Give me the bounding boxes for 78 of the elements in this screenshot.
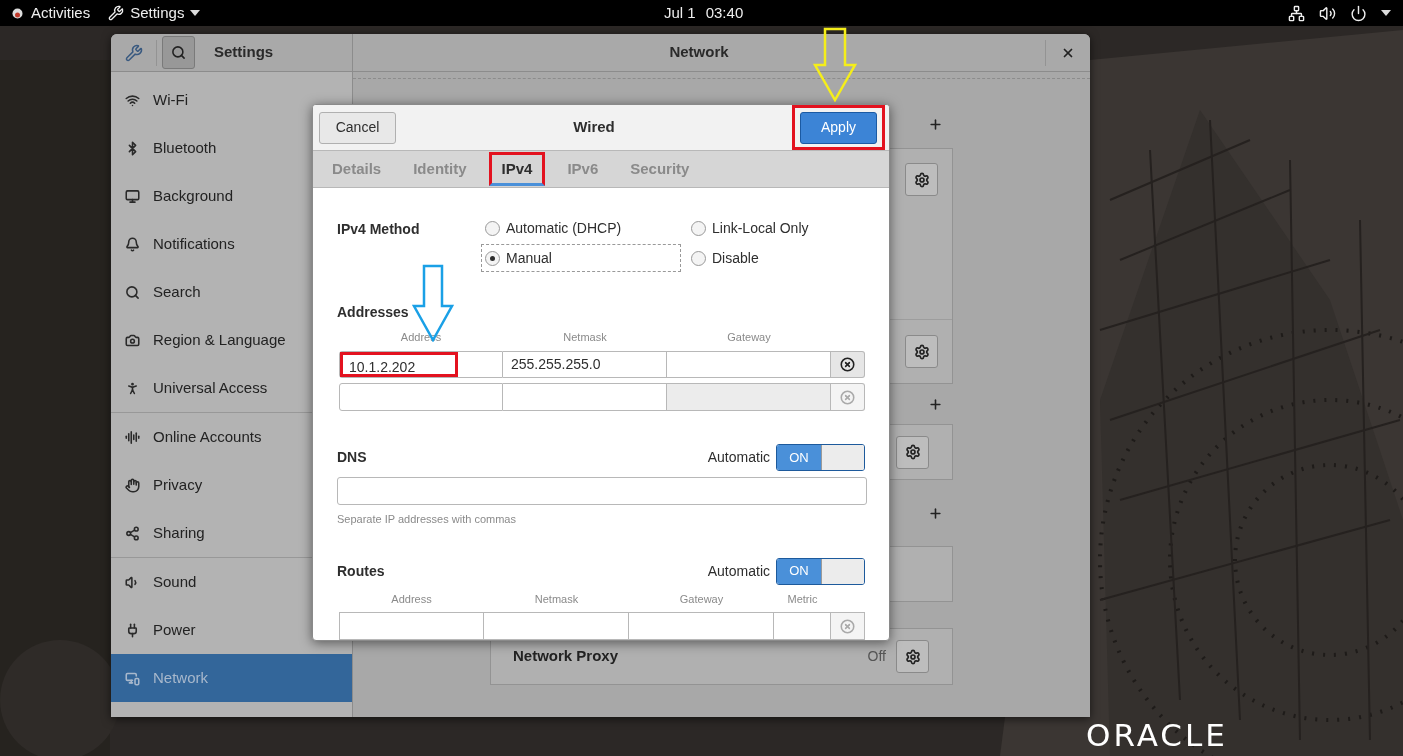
settings-button[interactable] xyxy=(896,435,929,469)
metric-field[interactable] xyxy=(774,612,831,640)
person-icon xyxy=(125,380,140,396)
logo-icon xyxy=(12,7,23,19)
network-icon xyxy=(125,670,140,686)
column-header: Gateway xyxy=(678,591,725,607)
dialog-title: Wired xyxy=(572,117,616,138)
netmask-field[interactable]: 255.255.255.0 xyxy=(503,350,667,379)
search-icon xyxy=(171,45,186,60)
settings-button[interactable] xyxy=(905,163,938,196)
clock[interactable]: Jul 1 03:40 xyxy=(664,0,744,26)
switch-label: ON xyxy=(777,558,821,584)
add-button[interactable] xyxy=(927,116,943,132)
clear-icon xyxy=(840,356,855,372)
gateway-field[interactable] xyxy=(667,350,831,379)
settings-icon xyxy=(904,648,921,665)
automatic-label: Automatic xyxy=(707,561,770,581)
clear-icon xyxy=(840,619,855,635)
add-button[interactable] xyxy=(927,396,943,412)
network-icon[interactable] xyxy=(1288,4,1305,22)
signal-icon xyxy=(125,429,140,445)
clear-icon xyxy=(840,389,855,405)
settings-icon xyxy=(904,444,921,460)
sidebar-title: Settings xyxy=(214,42,274,63)
plug-icon xyxy=(125,622,140,638)
window-title: Network xyxy=(668,42,730,63)
tools-icon xyxy=(125,43,143,62)
dns-field[interactable] xyxy=(337,477,867,506)
settings-button[interactable] xyxy=(896,640,929,673)
automatic-label: Automatic xyxy=(707,448,770,468)
proxy-status: Off xyxy=(867,647,886,666)
tab[interactable]: IPv4 xyxy=(488,152,546,186)
bell-icon xyxy=(125,236,140,252)
settings-button[interactable] xyxy=(905,335,938,368)
volume-icon[interactable] xyxy=(1319,4,1336,22)
tools-icon xyxy=(108,5,125,21)
column-header: Netmask xyxy=(533,591,580,607)
field-label: IPv4 Method xyxy=(337,220,421,239)
share-icon xyxy=(125,525,140,541)
address-field[interactable] xyxy=(339,383,503,412)
radio-option[interactable]: Link-Local Only xyxy=(687,214,887,242)
section-title: Addresses xyxy=(337,303,410,322)
radio-option[interactable]: Automatic (DHCP) xyxy=(481,214,681,242)
hint-text: Separate IP addresses with commas xyxy=(337,512,517,528)
column-header: Address xyxy=(390,591,433,607)
activities-button[interactable]: Activities xyxy=(0,0,105,26)
address-field[interactable]: 10.1.2.202 xyxy=(339,350,503,379)
route-address-field[interactable] xyxy=(339,612,484,640)
settings-icon xyxy=(913,171,930,188)
search-icon xyxy=(125,284,140,300)
cancel-button[interactable]: Cancel xyxy=(319,111,396,144)
app-menu[interactable]: Settings xyxy=(104,0,205,26)
add-button[interactable] xyxy=(927,505,943,521)
route-gateway-field[interactable] xyxy=(629,612,774,640)
section-title: DNS xyxy=(337,448,368,468)
oracle-logo: ORACLE xyxy=(1086,716,1228,755)
settings-icon xyxy=(913,343,930,360)
camera-icon xyxy=(125,332,140,348)
radio-option[interactable]: Disable xyxy=(687,244,887,272)
power-icon[interactable] xyxy=(1350,4,1367,22)
section-title: Routes xyxy=(337,561,386,581)
proxy-label: Network Proxy xyxy=(513,646,620,667)
switch-label: ON xyxy=(777,445,821,471)
radio-option[interactable]: Manual xyxy=(481,244,681,272)
delete-button[interactable] xyxy=(831,350,865,379)
monitor-icon xyxy=(125,188,140,204)
caret-icon xyxy=(1381,10,1391,16)
route-netmask-field[interactable] xyxy=(484,612,629,640)
search-button[interactable] xyxy=(162,36,195,69)
field-value: 10.1.2.202 xyxy=(349,358,416,376)
column-header: Gateway xyxy=(726,330,772,345)
caret-icon xyxy=(190,10,201,16)
column-header: Metric xyxy=(786,591,819,607)
wifi-icon xyxy=(125,92,140,108)
apply-button[interactable]: Apply xyxy=(800,111,877,144)
netmask-field[interactable] xyxy=(503,383,667,412)
hand-icon xyxy=(125,477,140,493)
column-header: Netmask xyxy=(562,330,608,345)
